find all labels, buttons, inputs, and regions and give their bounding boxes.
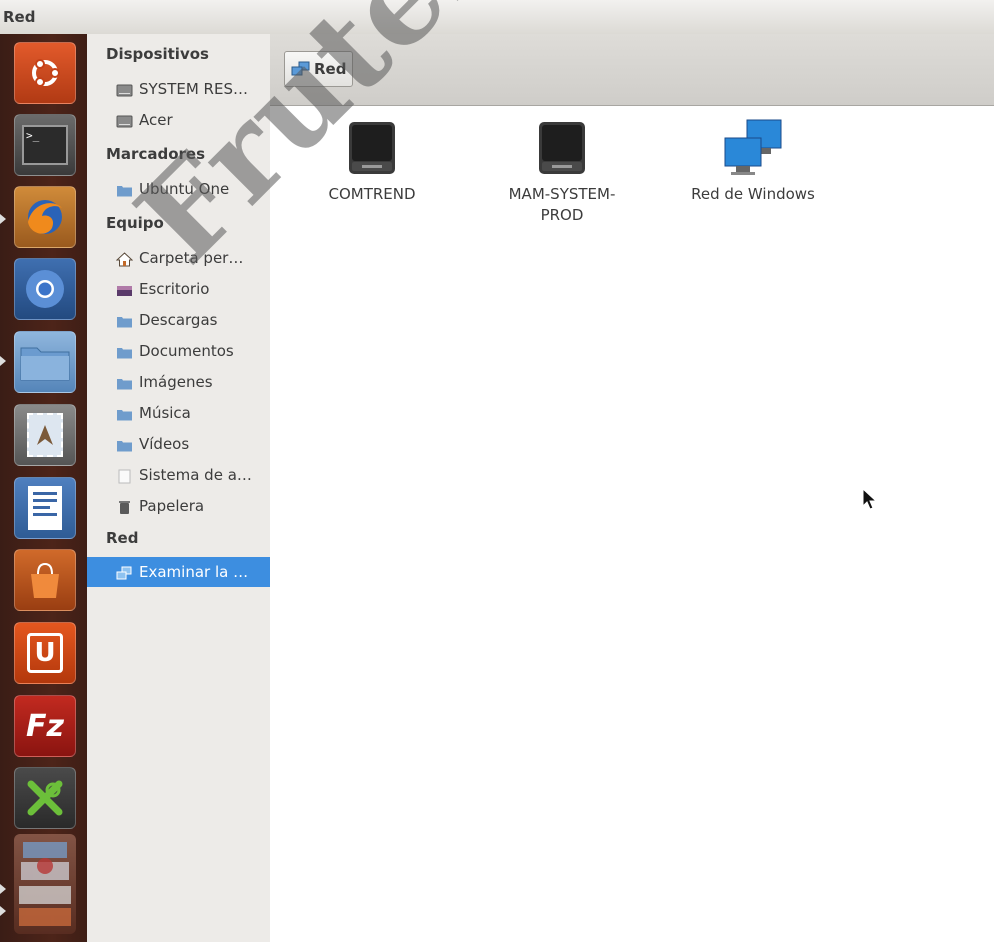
network-item-comtrend[interactable]: COMTREND [302,116,442,205]
ubuntu-one-icon[interactable]: U [14,622,76,684]
folder-icon [116,183,133,196]
sidebar-item-label: SYSTEM RES… [139,80,248,98]
sidebar-heading-network: Red [106,529,139,547]
sidebar-item-label: Papelera [139,497,205,515]
unity-launcher: >_ U Fz [0,34,87,942]
mouse-pointer-icon [862,487,880,516]
sidebar-item-home[interactable]: Carpeta per… [87,243,270,273]
chromium-icon[interactable] [14,258,76,320]
sidebar-item-label: Imágenes [139,373,213,391]
windows-network-icon [683,116,823,178]
folder-icon [116,314,133,327]
sidebar-heading-computer: Equipo [106,214,164,232]
sidebar-item-trash[interactable]: Papelera [87,491,270,521]
folder-icon [116,376,133,389]
running-indicator [0,884,6,894]
sidebar-heading-bookmarks: Marcadores [106,145,206,163]
sidebar-item-label: Carpeta per… [139,249,244,267]
filezilla-icon[interactable]: Fz [14,695,76,757]
sidebar-item-videos[interactable]: Vídeos [87,429,270,459]
drive-icon [116,114,133,127]
network-item-label: COMTREND [328,185,416,203]
sidebar-item-desktop[interactable]: Escritorio [87,274,270,304]
sidebar-item-label: Documentos [139,342,234,360]
files-icon[interactable] [14,331,76,393]
file-icon [116,469,133,483]
running-indicator [0,906,6,916]
sidebar-item-label: Sistema de a… [139,466,252,484]
network-item-label: MAM-SYSTEM-PROD [508,185,616,224]
ubuntu-dash-icon[interactable] [14,42,76,104]
terminal-icon[interactable]: >_ [14,114,76,176]
sidebar-item-filesystem[interactable]: Sistema de a… [87,460,270,490]
path-button-red[interactable]: Red [284,51,354,87]
sidebar-item-downloads[interactable]: Descargas [87,305,270,335]
running-indicator [0,356,6,366]
sidebar-item-browse-network[interactable]: Examinar la … [87,557,270,587]
folder-icon [116,407,133,420]
places-sidebar: Dispositivos SYSTEM RES… Acer Marcadores… [87,34,270,942]
desktop-icon [116,283,133,296]
window-title-bar[interactable]: Red [0,0,994,34]
sidebar-item-label: Ubuntu One [139,180,230,198]
running-indicator [0,214,6,224]
mail-icon[interactable] [14,404,76,466]
home-icon [115,251,134,266]
network-icon [291,61,311,77]
sidebar-item-label: Vídeos [139,435,190,453]
file-view: COMTREND MAM-SYSTEM-PROD Red de Windows [270,106,994,942]
sidebar-item-label: Escritorio [139,280,210,298]
sidebar-item-acer[interactable]: Acer [87,105,270,135]
sidebar-item-music[interactable]: Música [87,398,270,428]
network-item-mam-system-prod[interactable]: MAM-SYSTEM-PROD [492,116,632,226]
sidebar-item-label: Descargas [139,311,218,329]
stacked-apps-icon[interactable] [14,834,76,934]
sidebar-item-label: Examinar la … [139,563,249,581]
sidebar-heading-devices: Dispositivos [106,45,209,63]
network-item-label: Red de Windows [691,185,815,203]
libreoffice-writer-icon[interactable] [14,477,76,539]
window-title: Red [3,8,36,26]
network-drive-icon [492,116,632,178]
firefox-icon[interactable] [14,186,76,248]
xfig-icon[interactable] [14,767,76,829]
sidebar-item-label: Música [139,404,191,422]
trash-icon [116,500,133,514]
path-button-label: Red [314,60,347,78]
sidebar-item-system-reserved[interactable]: SYSTEM RES… [87,74,270,104]
software-center-icon[interactable] [14,549,76,611]
network-drive-icon [302,116,442,178]
folder-icon [116,345,133,358]
drive-icon [116,83,133,96]
location-toolbar: Red [270,34,994,106]
sidebar-item-label: Acer [139,111,173,129]
sidebar-item-pictures[interactable]: Imágenes [87,367,270,397]
sidebar-item-ubuntu-one[interactable]: Ubuntu One [87,174,270,204]
network-icon [116,566,133,579]
network-item-windows-network[interactable]: Red de Windows [683,116,823,205]
folder-icon [116,438,133,451]
sidebar-item-documents[interactable]: Documentos [87,336,270,366]
